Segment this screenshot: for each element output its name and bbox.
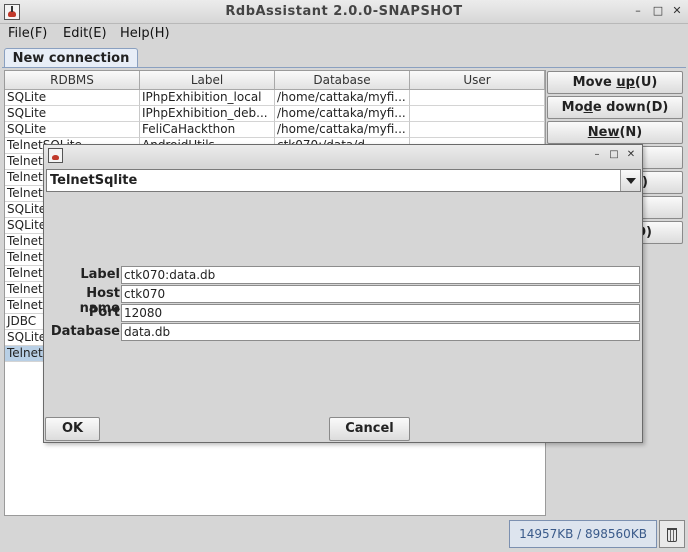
label-caption: Label [80,267,120,282]
minimize-icon[interactable]: – [630,3,646,19]
dialog-titlebar[interactable]: – □ ✕ [44,145,642,167]
table-row[interactable]: SQLite FeliCaHackthon/home/cattaka/myfi..… [5,122,545,138]
memory-usage: 14957KB / 898560KB [509,520,657,548]
table-cell: SQLite [5,122,140,138]
mode-down-label-post: e down(D) [592,100,669,115]
column-header-user[interactable]: User [410,71,545,89]
table-cell: /home/cattaka/myfi... [275,122,410,138]
table-cell: /home/cattaka/myfi... [275,90,410,106]
mode-down-button[interactable]: Mode down(D) [547,96,683,119]
connection-dialog: – □ ✕ TelnetSqlite Label Host name Port … [43,144,643,443]
close-icon[interactable]: ✕ [669,3,685,19]
table-cell [410,122,545,138]
maximize-icon[interactable]: □ [607,148,621,162]
rdbms-select-value: TelnetSqlite [50,173,138,188]
ok-button[interactable]: OK [45,417,100,441]
new-button[interactable]: New(N) [547,121,683,144]
cancel-button[interactable]: Cancel [329,417,410,441]
new-label-post: (N) [619,125,643,140]
table-cell: FeliCaHackthon [140,122,275,138]
tab-new-connection[interactable]: New connection [4,48,138,68]
column-header-database[interactable]: Database [275,71,410,89]
mode-down-label-pre: Mo [561,100,584,115]
table-cell: SQLite [5,90,140,106]
table-row[interactable]: SQLite IPhpExhibition_deb.../home/cattaka… [5,106,545,122]
window-titlebar[interactable]: RdbAssistant 2.0.0-SNAPSHOT – □ ✕ [0,0,688,24]
duke-java-icon[interactable] [48,148,63,163]
trash-icon [667,528,677,542]
label-field[interactable] [121,266,640,284]
database-field[interactable] [121,323,640,341]
window-title: RdbAssistant 2.0.0-SNAPSHOT [225,4,463,19]
menu-bar: File(F) Edit(E) Help(H) [0,24,688,44]
move-up-label-pre: Move [572,75,617,90]
rdbms-select[interactable]: TelnetSqlite [46,169,641,192]
gc-button[interactable] [659,520,685,548]
table-header: RDBMS Label Database User [5,71,545,90]
move-up-button[interactable]: Move up(U) [547,71,683,94]
menu-help[interactable]: Help(H) [120,26,170,41]
table-cell: /home/cattaka/myfi... [275,106,410,122]
move-up-mnemonic: up [616,75,635,90]
close-icon[interactable]: ✕ [624,148,638,162]
table-cell [410,106,545,122]
host-name-field[interactable] [121,285,640,303]
mode-down-mnemonic: d [583,100,593,115]
menu-file[interactable]: File(F) [8,26,47,41]
menu-edit[interactable]: Edit(E) [63,26,107,41]
minimize-icon[interactable]: – [590,148,604,162]
table-cell [410,90,545,106]
chevron-down-icon[interactable] [620,170,640,191]
maximize-icon[interactable]: □ [650,3,666,19]
table-row[interactable]: SQLite IPhpExhibition_local/home/cattaka/… [5,90,545,106]
table-cell: SQLite [5,106,140,122]
column-header-label[interactable]: Label [140,71,275,89]
table-cell: IPhpExhibition_deb... [140,106,275,122]
database-caption: Database [50,324,120,339]
port-field[interactable] [121,304,640,322]
table-cell: IPhpExhibition_local [140,90,275,106]
port-caption: Port [88,305,120,320]
column-header-rdbms[interactable]: RDBMS [5,71,140,89]
move-up-label-post: (U) [634,75,658,90]
new-mnemonic: New [587,125,620,140]
